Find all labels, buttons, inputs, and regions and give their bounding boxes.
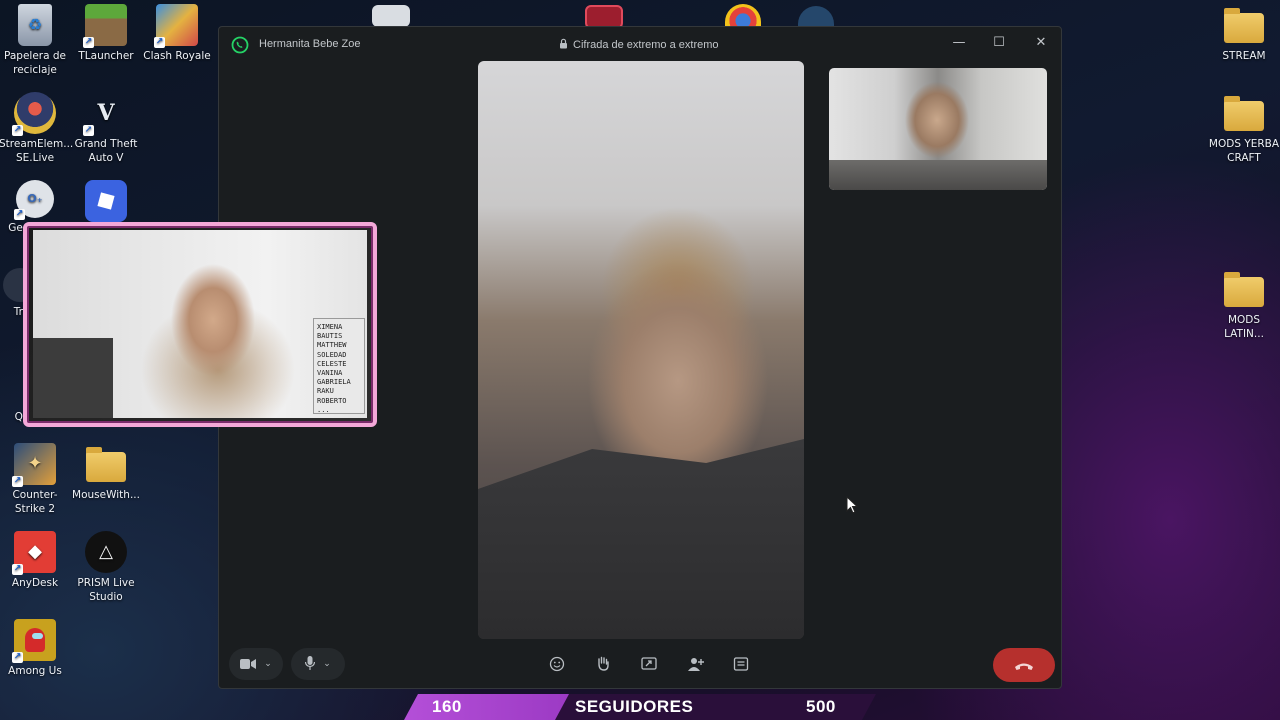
desktop-icon-roblox[interactable] [70, 180, 142, 225]
encryption-status: Cifrada de extremo a extremo [559, 38, 719, 52]
contact-name: Hermanita Bebe Zoe [259, 38, 361, 50]
close-button[interactable]: ✕ [1031, 34, 1051, 52]
desktop-icon-label: Clash Royale [143, 50, 211, 62]
whatsapp-icon [231, 36, 249, 57]
phone-hangup-icon [1014, 656, 1034, 675]
end-call-button[interactable] [993, 648, 1055, 682]
capcut-icon[interactable] [372, 5, 410, 27]
counter-strike-icon: ✦ ↗ [12, 443, 56, 487]
board-line: SOLEDAD [317, 350, 347, 359]
desktop-icon-label: Among Us [8, 665, 62, 677]
board-line: ... [317, 405, 330, 414]
desktop-icon-label: Papelera de reciclaje [3, 50, 66, 76]
maximize-button[interactable]: ☐ [989, 34, 1009, 52]
desktop-icon-label: Counter-Strike 2 [12, 489, 58, 515]
roblox-icon [85, 180, 127, 222]
desktop-icon-clash-royale[interactable]: ↗ Clash Royale [141, 4, 213, 63]
folder-icon [1223, 268, 1265, 310]
desktop-icon-gta-v[interactable]: V ↗ Grand Theft Auto V [70, 92, 142, 165]
add-participant-icon[interactable] [687, 656, 705, 674]
board-line: RAKU [317, 387, 334, 396]
streamelements-icon: ↗ [12, 92, 56, 136]
remote-video-feed [478, 61, 804, 639]
webcam-feed: XIMENA BAUTIS MATTHEW SOLEDAD CELESTE VA… [33, 230, 367, 418]
desktop-icon-label: MODS LATIN... [1224, 314, 1264, 340]
desktop-icon-label: StreamElem... SE.Live [0, 138, 74, 164]
chevron-down-icon: ⌄ [264, 659, 272, 669]
lock-icon [559, 38, 568, 52]
folder-icon [1223, 92, 1265, 134]
remote-video-shirt [478, 439, 804, 639]
self-video-desk [829, 160, 1047, 190]
recycle-bin-icon: ♻ [18, 4, 52, 46]
chevron-down-icon: ⌄ [323, 659, 331, 669]
call-titlebar: Hermanita Bebe Zoe Cifrada de extremo a … [219, 27, 1061, 61]
desktop-icon-mousewith[interactable]: MouseWith... [70, 443, 142, 502]
webcam-background-bed [33, 338, 113, 418]
desktop-icon-tlauncher[interactable]: ↗ TLauncher [70, 4, 142, 63]
followers-label: SEGUIDORES [575, 697, 694, 716]
desktop-icon-prism-live[interactable]: △ PRISM Live Studio [70, 531, 142, 604]
desktop-icon-streamelements[interactable]: ↗ StreamElem... SE.Live [0, 92, 74, 165]
anydesk-icon: ◆ ↗ [12, 531, 56, 575]
desktop-icon-label: STREAM [1222, 50, 1266, 62]
desktop-icon-stream-folder[interactable]: STREAM [1208, 4, 1280, 63]
chrome-icon[interactable] [725, 4, 761, 28]
desktop-icon-label: MODS YERBA CRAFT [1208, 138, 1280, 164]
camera-control[interactable]: ⌄ [229, 648, 283, 680]
desktop-icon-label: AnyDesk [11, 577, 59, 589]
clash-royale-icon: ↗ [154, 4, 198, 48]
desktop-icon-mods-latin[interactable]: MODS LATIN... [1208, 268, 1280, 341]
webcam-name-board: XIMENA BAUTIS MATTHEW SOLEDAD CELESTE VA… [313, 318, 365, 414]
self-video-preview[interactable] [829, 68, 1047, 190]
followers-goal: 500 [806, 697, 836, 716]
app-icon: O₊ ↗ [14, 180, 54, 220]
microphone-control[interactable]: ⌄ [291, 648, 345, 680]
board-line: CELESTE [317, 359, 347, 368]
board-line: XIMENA [317, 323, 343, 331]
microphone-icon [305, 655, 316, 674]
prism-live-icon: △ [85, 531, 127, 573]
encryption-label: Cifrada de extremo a extremo [573, 39, 719, 51]
among-us-icon: ↗ [12, 619, 56, 663]
followers-goal-bar: 160 SEGUIDORES 500 [404, 694, 876, 720]
minecraft-block-icon: ↗ [83, 4, 127, 48]
desktop-icon-label: MouseWith... [72, 489, 140, 501]
desktop-icon-label: Grand Theft Auto V [74, 138, 138, 164]
minimize-button[interactable]: — [949, 34, 969, 52]
desktop-icon-mods-yerba-craft[interactable]: MODS YERBA CRAFT [1208, 92, 1280, 165]
board-line: ROBERTO [317, 396, 347, 405]
folder-icon [85, 443, 127, 485]
desktop-icon-label: TLauncher [78, 50, 134, 62]
board-line: GABRIELA [317, 378, 351, 387]
followers-current: 160 [432, 697, 462, 716]
board-line: VANINA [317, 369, 343, 378]
gta-v-icon: V ↗ [83, 100, 115, 136]
board-line: BAUTIS [317, 332, 343, 341]
mouse-cursor-icon [846, 495, 859, 518]
folder-icon [1223, 4, 1265, 46]
desktop-icon-counter-strike[interactable]: ✦ ↗ Counter-Strike 2 [0, 443, 71, 516]
video-camera-icon [240, 655, 257, 674]
desktop-icon-anydesk[interactable]: ◆ ↗ AnyDesk [0, 531, 71, 590]
board-line: MATTHEW [317, 341, 347, 350]
more-options-icon[interactable] [733, 656, 751, 674]
followers-bar-fill [404, 694, 569, 720]
steam-icon[interactable] [798, 6, 834, 28]
desktop-icon-among-us[interactable]: ↗ Among Us [0, 619, 71, 678]
desktop-icon-recycle-bin[interactable]: ♻ Papelera de reciclaje [0, 4, 71, 77]
desktop-icon-label: PRISM Live Studio [77, 577, 135, 603]
share-screen-icon[interactable] [641, 656, 659, 674]
streamer-webcam-overlay: XIMENA BAUTIS MATTHEW SOLEDAD CELESTE VA… [23, 222, 377, 427]
raise-hand-icon[interactable] [595, 656, 613, 674]
emoji-icon[interactable] [549, 656, 567, 674]
